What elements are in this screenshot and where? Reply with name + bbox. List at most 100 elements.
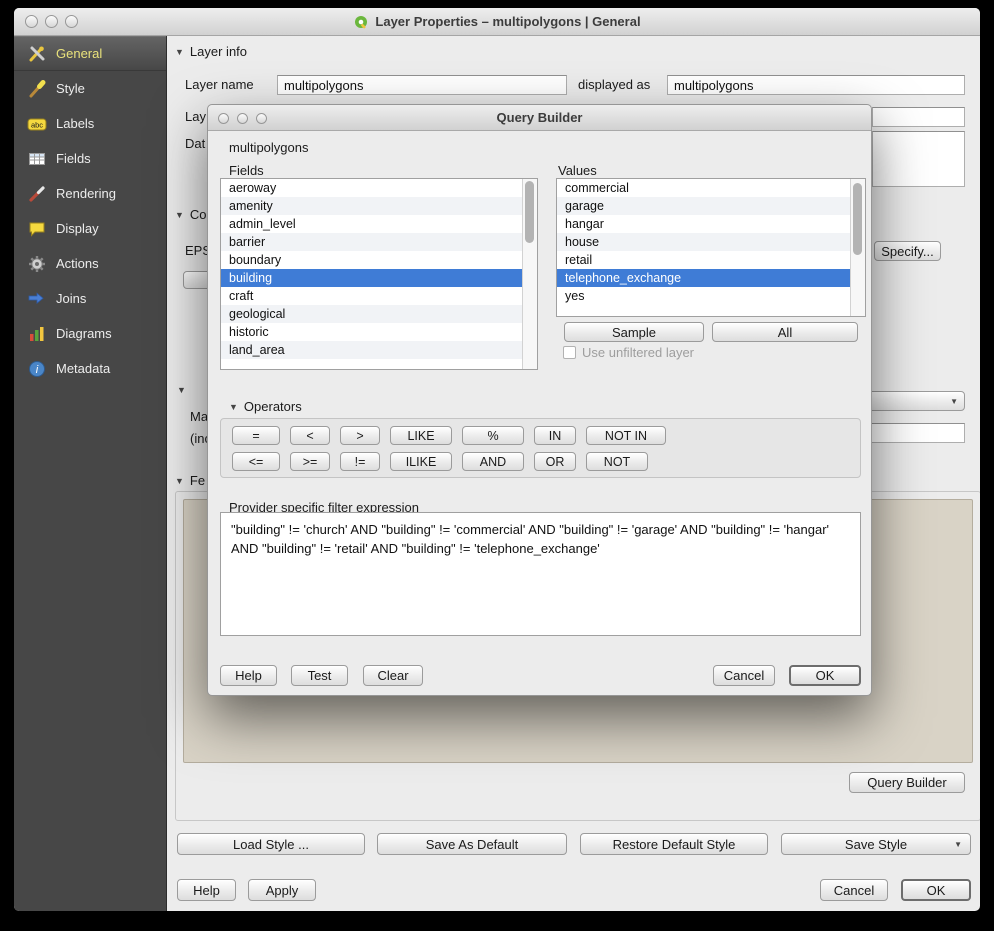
list-item[interactable]: boundary (221, 251, 522, 269)
list-item[interactable]: admin_level (221, 215, 522, 233)
operator-and-button[interactable]: AND (462, 452, 524, 471)
disclosure-icon[interactable]: ▼ (175, 210, 184, 220)
list-item[interactable]: hangar (557, 215, 850, 233)
operator-not-button[interactable]: NOT (586, 452, 648, 471)
values-scrollbar[interactable] (850, 179, 865, 316)
sample-button[interactable]: Sample (564, 322, 704, 342)
checkbox-icon[interactable] (563, 346, 576, 359)
sidebar-item-display[interactable]: Display (14, 211, 166, 246)
list-item[interactable]: aeroway (221, 179, 522, 197)
operator-ilike-button[interactable]: ILIKE (390, 452, 452, 471)
tools-icon (27, 44, 47, 64)
operator-like-button[interactable]: LIKE (390, 426, 452, 445)
features-section-header: ▼ Fe (175, 473, 205, 488)
list-item[interactable]: amenity (221, 197, 522, 215)
list-item[interactable]: land_area (221, 341, 522, 359)
operator-percent-button[interactable]: % (462, 426, 524, 445)
list-item[interactable]: geological (221, 305, 522, 323)
list-item[interactable]: garage (557, 197, 850, 215)
chevron-down-icon: ▼ (950, 397, 958, 406)
fields-scrollbar[interactable] (522, 179, 537, 369)
window-title: Layer Properties – multipolygons | Gener… (14, 8, 980, 35)
layer-info-section-header: ▼ Layer info (175, 44, 247, 59)
query-builder-button[interactable]: Query Builder (849, 772, 965, 793)
window-title-text: Layer Properties – multipolygons | Gener… (375, 14, 640, 29)
all-button[interactable]: All (712, 322, 858, 342)
join-arrow-icon (27, 289, 47, 309)
list-item[interactable]: barrier (221, 233, 522, 251)
disclosure-icon[interactable]: ▼ (177, 385, 186, 395)
operator-not-in-button[interactable]: NOT IN (586, 426, 666, 445)
values-list-rows: commercial garage hangar house retail te… (557, 179, 850, 316)
sidebar-item-labels[interactable]: abc Labels (14, 106, 166, 141)
ok-button[interactable]: OK (901, 879, 971, 901)
list-item-selected[interactable]: telephone_exchange (557, 269, 850, 287)
operator-gte-button[interactable]: >= (290, 452, 330, 471)
datasource-box-fragment (872, 131, 965, 187)
paintbrush-icon (27, 79, 47, 99)
operators-section-header: ▼ Operators (229, 399, 302, 414)
save-as-default-button[interactable]: Save As Default (377, 833, 567, 855)
filter-expression-textarea[interactable]: "building" != 'church' AND "building" !=… (220, 512, 861, 636)
operator-neq-button[interactable]: != (340, 452, 380, 471)
list-item[interactable]: retail (557, 251, 850, 269)
operator-in-button[interactable]: IN (534, 426, 576, 445)
desktop-background: Layer Properties – multipolygons | Gener… (0, 0, 994, 931)
layer-source-label-fragment: Lay (185, 107, 206, 127)
clear-button[interactable]: Clear (363, 665, 423, 686)
operator-lt-button[interactable]: < (290, 426, 330, 445)
layer-source-input-fragment[interactable] (872, 107, 965, 127)
save-style-dropdown-button[interactable]: Save Style ▼ (781, 833, 971, 855)
disclosure-icon[interactable]: ▼ (175, 47, 184, 57)
sidebar-item-actions[interactable]: Actions (14, 246, 166, 281)
dialog-titlebar[interactable]: Query Builder (208, 105, 871, 131)
apply-button[interactable]: Apply (248, 879, 316, 901)
load-style-button[interactable]: Load Style ... (177, 833, 365, 855)
specify-crs-button[interactable]: Specify... (874, 241, 941, 261)
window-titlebar[interactable]: Layer Properties – multipolygons | Gener… (14, 8, 980, 36)
scrollbar-thumb[interactable] (853, 183, 862, 255)
test-button[interactable]: Test (291, 665, 348, 686)
sidebar-item-rendering[interactable]: Rendering (14, 176, 166, 211)
sidebar-item-diagrams[interactable]: Diagrams (14, 316, 166, 351)
disclosure-icon[interactable]: ▼ (175, 476, 184, 486)
operator-or-button[interactable]: OR (534, 452, 576, 471)
dialog-title: Query Builder (208, 105, 871, 130)
list-item[interactable]: commercial (557, 179, 850, 197)
dialog-ok-button[interactable]: OK (789, 665, 861, 686)
sidebar-item-metadata[interactable]: i Metadata (14, 351, 166, 386)
scale-section-header: ▼ (177, 385, 186, 395)
fields-list-rows: aeroway amenity admin_level barrier boun… (221, 179, 522, 369)
sidebar-item-label: Actions (56, 256, 99, 271)
list-item[interactable]: yes (557, 287, 850, 305)
help-button[interactable]: Help (177, 879, 236, 901)
dialog-cancel-button[interactable]: Cancel (713, 665, 775, 686)
sidebar-item-label: Display (56, 221, 99, 236)
scrollbar-thumb[interactable] (525, 181, 534, 243)
crs-section-label-fragment: Co (190, 207, 207, 222)
sidebar-item-label: Style (56, 81, 85, 96)
sidebar-item-general[interactable]: General (14, 36, 166, 71)
operator-gt-button[interactable]: > (340, 426, 380, 445)
layer-info-section-label: Layer info (190, 44, 247, 59)
table-icon (27, 149, 47, 169)
list-item[interactable]: house (557, 233, 850, 251)
sidebar-item-label: Metadata (56, 361, 110, 376)
disclosure-icon[interactable]: ▼ (229, 402, 238, 412)
chevron-down-icon: ▼ (954, 840, 962, 849)
list-item[interactable]: historic (221, 323, 522, 341)
list-item-selected[interactable]: building (221, 269, 522, 287)
layer-name-input[interactable]: multipolygons (277, 75, 567, 95)
list-item[interactable]: craft (221, 287, 522, 305)
sidebar-item-fields[interactable]: Fields (14, 141, 166, 176)
speech-bubble-icon (27, 219, 47, 239)
sidebar-item-style[interactable]: Style (14, 71, 166, 106)
cancel-button[interactable]: Cancel (820, 879, 888, 901)
dialog-help-button[interactable]: Help (220, 665, 277, 686)
restore-default-style-button[interactable]: Restore Default Style (580, 833, 768, 855)
operator-lte-button[interactable]: <= (232, 452, 280, 471)
operator-equals-button[interactable]: = (232, 426, 280, 445)
fields-list: aeroway amenity admin_level barrier boun… (220, 178, 538, 370)
sidebar-item-joins[interactable]: Joins (14, 281, 166, 316)
displayed-as-input[interactable]: multipolygons (667, 75, 965, 95)
